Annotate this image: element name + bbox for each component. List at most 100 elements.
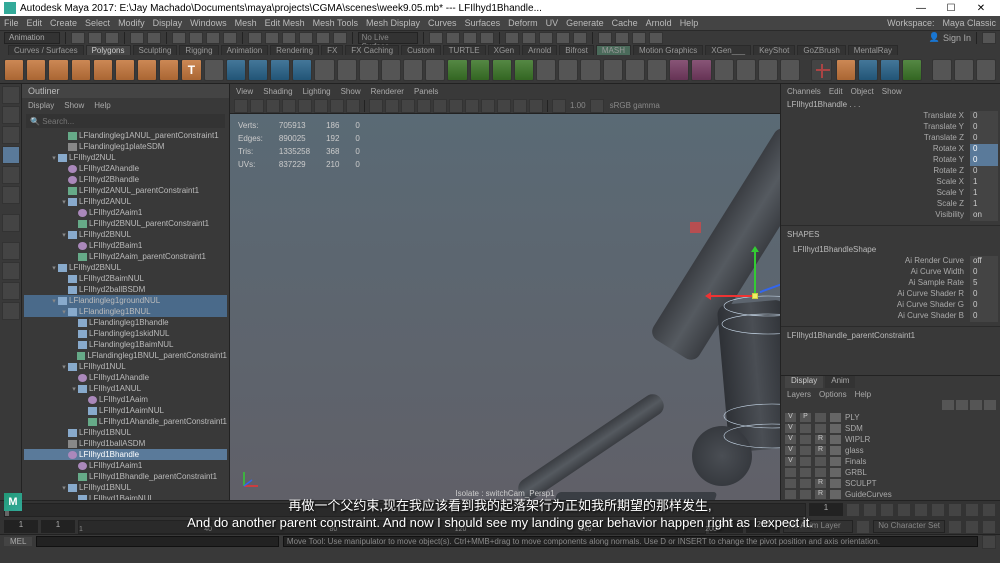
shelf-spin-icon[interactable] <box>736 59 756 81</box>
shelf-crn-icon[interactable] <box>836 59 856 81</box>
channelbox-shapename[interactable]: LFIlhyd1BhandleShape <box>781 243 1000 256</box>
shelf-platonic-icon[interactable] <box>159 59 179 81</box>
vp-imageplane-icon[interactable] <box>266 99 280 113</box>
outliner-item[interactable]: ▾LFIlhyd2BNUL <box>24 229 227 240</box>
shelf-connect-icon[interactable] <box>603 59 623 81</box>
render-icon-4[interactable] <box>556 32 570 44</box>
attr-label[interactable]: Ai Curve Shader B <box>783 311 970 322</box>
attr-label[interactable]: Rotate Y <box>783 155 970 166</box>
shelf-cone-icon[interactable] <box>71 59 91 81</box>
snap-icon-2[interactable] <box>265 32 279 44</box>
outliner-item[interactable]: ▾LFIlhyd1BNUL <box>24 482 227 493</box>
attr-value[interactable]: 1 <box>970 177 998 188</box>
vp-film-icon[interactable] <box>314 99 328 113</box>
shelf-extract-icon[interactable] <box>270 59 290 81</box>
attr-value[interactable]: 0 <box>970 166 998 177</box>
vp-bookmarks-icon[interactable] <box>250 99 264 113</box>
start-frame-field[interactable]: 1 <box>4 520 38 533</box>
outliner-item[interactable]: LFIlhyd2Baim1 <box>24 240 227 251</box>
menu-uv[interactable]: UV <box>546 18 559 28</box>
snap-icon-1[interactable] <box>248 32 262 44</box>
cb-menu-channels[interactable]: Channels <box>787 87 821 96</box>
vp-xrayjnt-icon[interactable] <box>513 99 527 113</box>
outliner-menu-show[interactable]: Show <box>64 101 84 110</box>
vp-menu-renderer[interactable]: Renderer <box>371 87 404 96</box>
play-fwd-icon[interactable] <box>914 503 928 517</box>
attr-label[interactable]: Visibility <box>783 210 970 221</box>
vp-menu-view[interactable]: View <box>236 87 253 96</box>
shelf-sculpt-icon[interactable] <box>669 59 689 81</box>
vp-menu-show[interactable]: Show <box>341 87 361 96</box>
attr-label[interactable]: Ai Curve Shader G <box>783 300 970 311</box>
vp-twosided-icon[interactable] <box>282 99 296 113</box>
menu-arnold[interactable]: Arnold <box>646 18 672 28</box>
layer-row[interactable]: RGuideCurves <box>781 489 1000 500</box>
layer-row[interactable]: VRWIPLR <box>781 434 1000 445</box>
layout-four-icon[interactable] <box>2 262 20 280</box>
layer-row[interactable]: VPPLY <box>781 412 1000 423</box>
outliner-menu-help[interactable]: Help <box>94 101 110 110</box>
script-editor-icon[interactable] <box>982 535 996 549</box>
anim-layer-dropdown[interactable]: No Anim Layer <box>783 520 853 533</box>
shelf-torus-icon[interactable] <box>93 59 113 81</box>
shelf-tab-sculpting[interactable]: Sculpting <box>133 45 178 55</box>
attr-value[interactable]: 1 <box>970 188 998 199</box>
menu-meshtools[interactable]: Mesh Tools <box>313 18 358 28</box>
rewind-icon[interactable] <box>846 503 860 517</box>
vp-colorspace-icon[interactable] <box>590 99 604 113</box>
vp-isolate-icon[interactable] <box>481 99 495 113</box>
shelf-multicut-icon[interactable] <box>558 59 578 81</box>
prev-key-icon[interactable] <box>880 503 894 517</box>
shelf-tab-motiongraphics[interactable]: Motion Graphics <box>633 45 703 55</box>
layout-two-icon[interactable] <box>2 282 20 300</box>
outliner-item[interactable]: LFIlhyd2Ahandle <box>24 163 227 174</box>
outliner-item[interactable]: ▾LFIlhyd1NUL <box>24 361 227 372</box>
attr-value[interactable]: 0 <box>970 155 998 166</box>
shelf-plane-icon[interactable] <box>115 59 135 81</box>
signin-button[interactable]: Sign In <box>943 33 971 43</box>
menu-select[interactable]: Select <box>85 18 110 28</box>
menu-display[interactable]: Display <box>153 18 183 28</box>
move-tool-icon[interactable] <box>2 146 20 164</box>
shelf-tab-xgen[interactable]: XGen <box>488 45 520 55</box>
snap-icon-3[interactable] <box>282 32 296 44</box>
maximize-button[interactable]: ☐ <box>936 3 966 14</box>
outliner-item[interactable]: ▾LFIlhyd2ANUL <box>24 196 227 207</box>
outliner-item[interactable]: ▾LFlandingleg1groundNUL <box>24 295 227 306</box>
attr-value[interactable]: 0 <box>970 267 998 278</box>
panel-icon-3[interactable] <box>632 32 646 44</box>
vp-camera-icon[interactable] <box>234 99 248 113</box>
history-icon-4[interactable] <box>480 32 494 44</box>
shelf-tab-fx[interactable]: FX <box>321 45 343 55</box>
shelf-tab-rendering[interactable]: Rendering <box>270 45 319 55</box>
shelf-quad-icon[interactable] <box>691 59 711 81</box>
outliner-item[interactable]: LFIlhyd1Aaim <box>24 394 227 405</box>
menu-generate[interactable]: Generate <box>566 18 604 28</box>
layer-row[interactable]: GRBL <box>781 467 1000 478</box>
autokey-icon[interactable] <box>965 520 979 534</box>
shelf-tab-xgen2[interactable]: XGen___ <box>705 45 751 55</box>
vp-xray-icon[interactable] <box>497 99 511 113</box>
attr-label[interactable]: Rotate Z <box>783 166 970 177</box>
attr-label[interactable]: Translate Y <box>783 122 970 133</box>
shelf-channel-icon[interactable] <box>976 59 996 81</box>
layer-movedown-icon[interactable] <box>956 400 968 410</box>
mode-dropdown[interactable]: Animation <box>4 32 60 44</box>
outliner-item[interactable]: LFIlhyd1ballASDM <box>24 438 227 449</box>
vp-res-icon[interactable] <box>330 99 344 113</box>
shelf-tab-mash[interactable]: MASH <box>596 45 631 55</box>
shelf-tab-mentalray[interactable]: MentalRay <box>848 45 898 55</box>
attr-label[interactable]: Rotate X <box>783 144 970 155</box>
attr-value[interactable]: off <box>970 256 998 267</box>
select-mode-icon-3[interactable] <box>206 32 220 44</box>
attr-label[interactable]: Ai Sample Rate <box>783 278 970 289</box>
layer-row[interactable]: VRglass <box>781 445 1000 456</box>
live-surface-field[interactable]: No Live Surface <box>358 32 418 44</box>
panel-icon-4[interactable] <box>649 32 663 44</box>
minimize-button[interactable]: — <box>906 3 936 14</box>
outliner-item[interactable]: LFIlhyd1Bhandle <box>24 449 227 460</box>
shelf-lfac-icon[interactable] <box>858 59 878 81</box>
shelf-poke-icon[interactable] <box>381 59 401 81</box>
shelf-tab-turtle[interactable]: TURTLE <box>443 45 486 55</box>
vp-gamma-icon[interactable] <box>552 99 566 113</box>
